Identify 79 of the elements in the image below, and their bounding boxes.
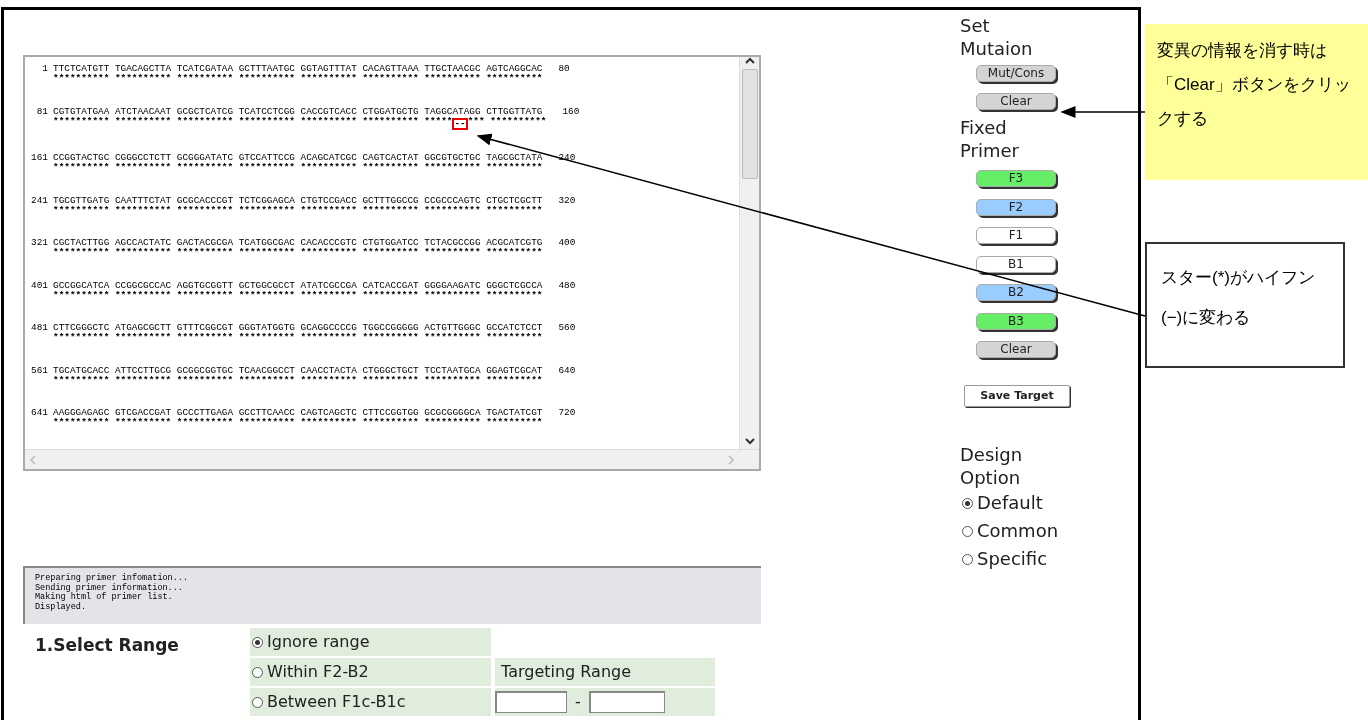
section-heading: Primer	[960, 139, 1020, 162]
section-title: 1.Select Range	[34, 634, 180, 657]
position-number: 401	[30, 279, 49, 293]
position-number: 560	[557, 322, 576, 335]
primer-button[interactable]: Mut/Cons	[976, 65, 1056, 82]
primer-button[interactable]: F1	[976, 227, 1056, 244]
range-separator: -	[575, 691, 581, 713]
position-number: 481	[30, 322, 49, 335]
radio-button[interactable]	[252, 636, 263, 648]
section-heading: Option	[960, 466, 1022, 489]
position-number: 81	[35, 105, 49, 119]
position-number: 321	[30, 237, 49, 250]
match-marks: ********** ********** ********** ********** ********** ********** ********** **********	[53, 206, 543, 215]
design-option[interactable]: Default	[962, 489, 1070, 517]
sequence-text: CTTCGGGCTC ATGAGCGCTT GTTTCGGCGT GGGTATGGTG GCAGGCCCCG TGGCCGGGGG ACTGTTGGGC GCCATCTCCT	[53, 322, 543, 333]
vertical-scrollbar[interactable]	[739, 57, 759, 449]
position-number: 240	[557, 152, 576, 165]
sequence-text: GCCGGCATCA CCGGCGCCAC AGGTGCGGTT GCTGGCGCCT ATATCGCCGA CATCACCGAT GGGGAAGATC GGGCTCGCCA	[53, 279, 543, 291]
match-marks: ********** ********** ********** ********** ********** ********** ********** **********	[53, 419, 543, 427]
section-heading: Fixed	[960, 116, 1008, 139]
callout-text: スター(*)がハイフン(−)に変わる	[1161, 268, 1315, 327]
sequence-text: CGCTACTTGG AGCCACTATC GACTACGCGA TCATGGCGAC CACACCCGTC CTGTGGATCC TCTACGCCGG ACGCATCGTG	[53, 237, 543, 248]
field-label: Targeting Range	[494, 657, 716, 687]
radio-button[interactable]	[962, 553, 973, 565]
position-number: 641	[30, 407, 49, 420]
note-text: 変異の情報を消す時は「Clear」ボタンをクリックする	[1157, 41, 1351, 128]
position-number: 320	[557, 194, 576, 208]
section-heading: Mutaion	[960, 37, 1034, 60]
log-line: Making html of primer list.	[35, 593, 174, 602]
match-marks: ********** ********** ********** ********** ********** ********** ********** **********	[53, 291, 543, 300]
range-end-field[interactable]	[588, 691, 665, 713]
position-number: 80	[557, 63, 570, 76]
primer-button[interactable]: B1	[976, 255, 1056, 273]
sequence-text: CGTGTATGAA ATCTAACAAT GCGCTCATCG TCATCCTCGG CACCGTCACC CTGGATGCTG TAGGCATAGG CTTGGTTATG	[53, 105, 544, 117]
log-line: Sending primer information...	[35, 583, 184, 593]
radio-button[interactable]	[962, 497, 973, 509]
design-option[interactable]: Specific	[962, 545, 1070, 573]
position-number: 720	[557, 407, 576, 420]
match-marks: ********** ********** ********** ********** ********** ********** *****--*** **********	[53, 117, 547, 130]
sequence-text: CCGGTACTGC CGGGCCTCTT GCGGGATATC GTCCATTCCG ACAGCATCGC CAGTCACTAT GGCGTGCTGC TAGCGCTATA	[53, 152, 543, 163]
match-marks: ********** ********** ********** ********** ********** ********** ********** **********	[53, 249, 543, 257]
primer-button[interactable]: F2	[976, 198, 1056, 216]
range-option[interactable]: Within F2-B2	[249, 657, 492, 687]
range-start-field[interactable]	[495, 691, 567, 713]
match-marks: ********** ********** ********** ********** ********** ********** ********** **********	[53, 164, 543, 172]
log-line: Preparing primer infomation...	[35, 574, 190, 583]
position-number: 480	[557, 279, 576, 293]
save-target-button[interactable]: Save Target	[964, 385, 1070, 407]
primer-button[interactable]: F3	[976, 170, 1056, 187]
sequence-text: TTCTCATGTT TGACAGCTTA TCATCGATAA GCTTTAATGC GGTAGTTTAT CACAGTTAAA TTGCTAACGC AGTCAGGCAC	[53, 63, 543, 74]
section-heading: Set	[960, 14, 991, 37]
scroll-up-icon[interactable]	[744, 57, 755, 65]
primer-button[interactable]: Clear	[976, 341, 1056, 358]
position-number: 400	[557, 237, 576, 250]
radio-button[interactable]	[962, 525, 973, 537]
section-heading: Design	[960, 443, 1024, 466]
scroll-down-icon[interactable]	[744, 437, 755, 445]
primer-button[interactable]: Clear	[976, 93, 1056, 110]
range-option[interactable]: Between F1c-B1c	[249, 687, 492, 717]
match-marks: ********** ********** ********** ********** ********** ********** ********** **********	[53, 376, 543, 385]
position-number: 241	[30, 194, 49, 208]
position-number: 640	[557, 364, 576, 378]
sequence-text: TGCGTTGATG CAATTTCTAT GCGCACCCGT TCTCGGAGCA CTGTCCGACC GCTTTGGCCG CCGCCCAGTC CTGCTCGCTT	[53, 194, 543, 206]
scroll-thumb[interactable]	[741, 69, 758, 179]
primer-button[interactable]: B2	[976, 284, 1056, 301]
log-line: Displayed.	[35, 602, 87, 612]
design-option[interactable]: Common	[962, 517, 1070, 545]
match-marks: ********** ********** ********** ********** ********** ********** ********** **********	[53, 334, 543, 342]
sequence-text: AAGGGAGAGC GTCGACCGAT GCCCTTGAGA GCCTTCAACC CAGTCAGCTC CTTCCGGTGG GCGCGGGGCA TGACTATCGT	[53, 407, 543, 418]
radio-button[interactable]	[252, 666, 263, 678]
sequence-text: TGCATGCACC ATTCCTTGCG GCGGCGGTGC TCAACGGCCT CAACCTACTA CTGGGCTGCT TCCTAATGCA GGAGTCGCAT	[53, 364, 543, 376]
position-number: 160	[561, 105, 580, 119]
position-number: 161	[30, 152, 49, 165]
radio-button[interactable]	[252, 696, 263, 708]
match-marks: ********** ********** ********** ********** ********** ********** ********** **********	[53, 75, 543, 83]
range-option[interactable]: Ignore range	[249, 627, 492, 657]
primer-button[interactable]: B3	[976, 312, 1056, 330]
position-number: 1	[41, 63, 49, 76]
position-number: 561	[30, 364, 49, 378]
